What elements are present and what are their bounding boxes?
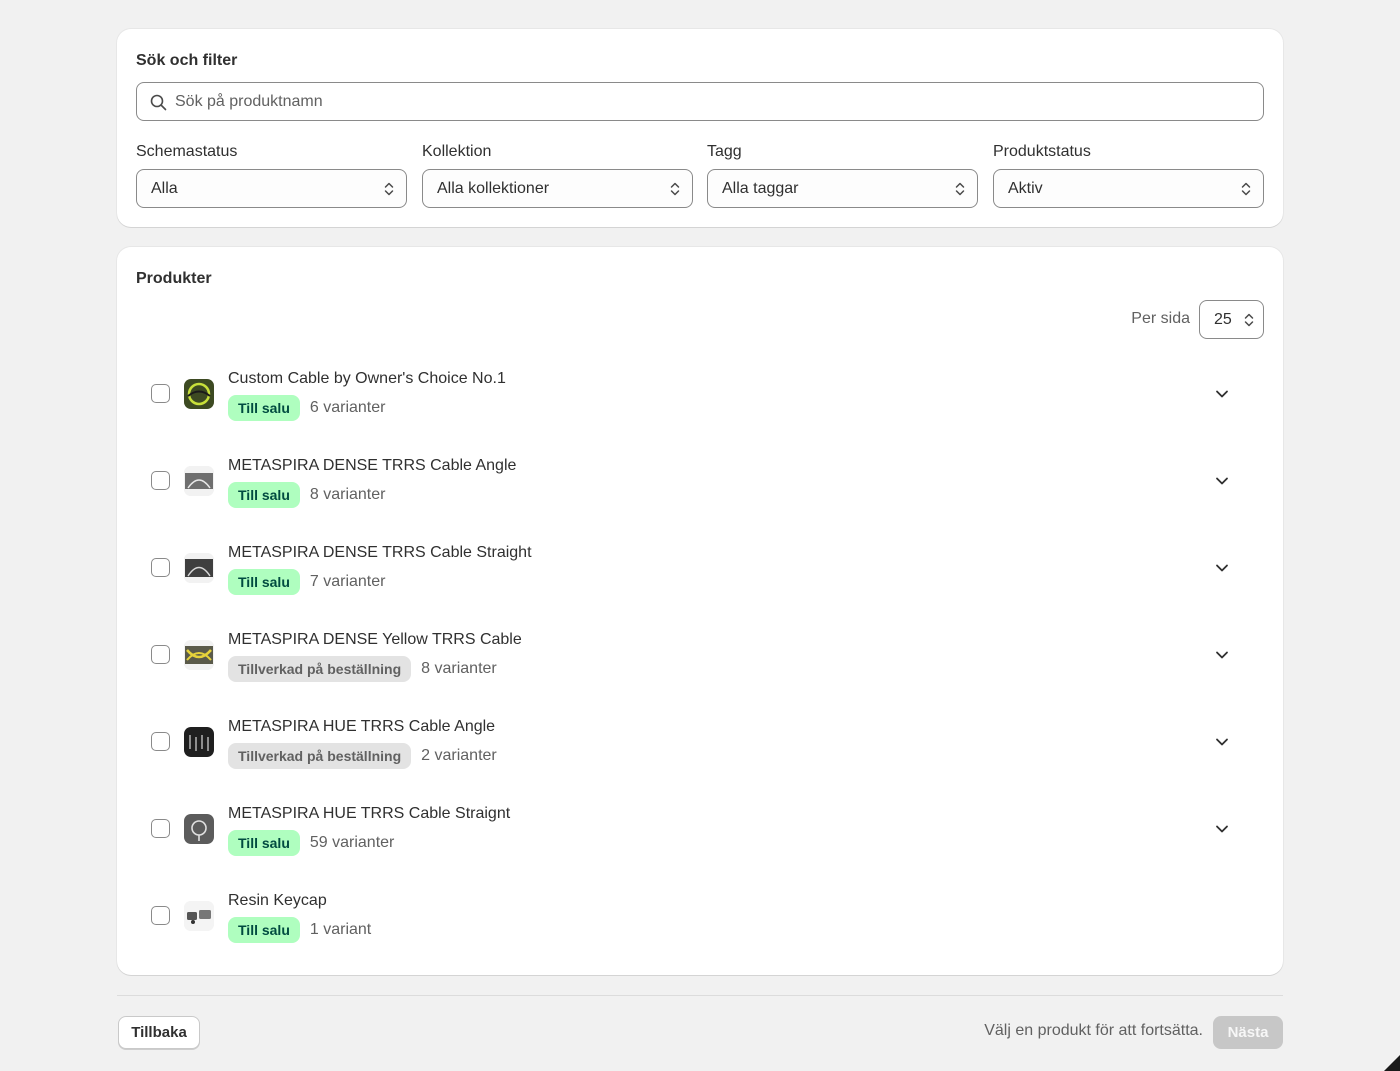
footer-hint: Välj en produkt för att fortsätta.: [984, 1022, 1203, 1039]
variant-count: 6 varianter: [309, 399, 386, 416]
collection-value: Alla kollektioner: [437, 180, 550, 197]
per-page-value: 25: [1214, 311, 1232, 328]
schedule-status-select[interactable]: Alla: [136, 169, 407, 208]
collection-label: Kollektion: [422, 143, 492, 160]
window-corner: [1384, 1055, 1400, 1071]
product-thumbnail: [184, 640, 214, 670]
variant-count: 59 varianter: [309, 834, 395, 851]
schedule-status-value: Alla: [151, 180, 178, 197]
product-name: METASPIRA DENSE TRRS Cable Angle: [228, 457, 517, 474]
product-thumbnail: [184, 379, 214, 409]
product-meta: Till salu 8 varianter: [228, 482, 385, 508]
product-checkbox[interactable]: [151, 732, 170, 751]
chevron-down-icon[interactable]: [1215, 561, 1229, 575]
product-row[interactable]: METASPIRA DENSE TRRS Cable Angle Till sa…: [117, 437, 1283, 524]
tag-label: Tagg: [707, 143, 742, 160]
product-name: METASPIRA DENSE Yellow TRRS Cable: [228, 631, 522, 648]
chevron-down-icon[interactable]: [1215, 648, 1229, 662]
variant-count: 8 varianter: [309, 486, 386, 503]
product-status-filter: Produktstatus Aktiv: [993, 143, 1264, 208]
status-badge: Till salu: [228, 917, 300, 943]
per-page-select[interactable]: 25: [1199, 300, 1264, 339]
variant-count: 2 varianter: [421, 747, 497, 764]
select-chevron-icon: [1241, 182, 1251, 196]
product-status-value: Aktiv: [1008, 180, 1043, 197]
select-chevron-icon: [955, 182, 965, 196]
product-thumbnail: [184, 466, 214, 496]
schedule-status-filter: Schemastatus Alla: [136, 143, 407, 208]
search-input[interactable]: [175, 83, 1255, 120]
product-checkbox[interactable]: [151, 645, 170, 664]
collection-filter: Kollektion Alla kollektioner: [422, 143, 693, 208]
product-name: Custom Cable by Owner's Choice No.1: [228, 370, 506, 387]
product-name: METASPIRA HUE TRRS Cable Straignt: [228, 805, 511, 822]
product-meta: Till salu 59 varianter: [228, 830, 394, 856]
product-meta: Till salu 7 varianter: [228, 569, 385, 595]
product-name: Resin Keycap: [228, 892, 327, 909]
status-badge: Till salu: [228, 482, 300, 508]
product-meta: Till salu 1 variant: [228, 917, 371, 943]
chevron-down-icon[interactable]: [1215, 387, 1229, 401]
product-row[interactable]: METASPIRA HUE TRRS Cable Straignt Till s…: [117, 785, 1283, 872]
product-meta: Till salu 6 varianter: [228, 395, 385, 421]
variant-count: 1 variant: [309, 921, 372, 938]
products-card: Produkter Per sida 25 Custom Cable by Ow…: [117, 247, 1283, 975]
product-checkbox[interactable]: [151, 471, 170, 490]
product-name: METASPIRA DENSE TRRS Cable Straight: [228, 544, 532, 561]
per-page-label: Per sida: [1131, 310, 1190, 327]
collection-select[interactable]: Alla kollektioner: [422, 169, 693, 208]
select-chevron-icon: [384, 182, 394, 196]
product-status-select[interactable]: Aktiv: [993, 169, 1264, 208]
select-chevron-icon: [1244, 313, 1254, 327]
status-badge: Tillverkad på beställning: [228, 656, 412, 682]
product-thumbnail: [184, 814, 214, 844]
product-meta: Tillverkad på beställning 8 varianter: [228, 656, 497, 682]
product-checkbox[interactable]: [151, 906, 170, 925]
variant-count: 8 varianter: [421, 660, 497, 677]
search-filter-card: Sök och filter Schemastatus Alla Kollekt…: [117, 29, 1283, 227]
search-icon: [150, 94, 167, 111]
product-thumbnail: [184, 727, 214, 757]
product-thumbnail: [184, 901, 214, 931]
tag-value: Alla taggar: [722, 180, 799, 197]
chevron-down-icon[interactable]: [1215, 735, 1229, 749]
product-row[interactable]: METASPIRA DENSE Yellow TRRS Cable Tillve…: [117, 611, 1283, 698]
schedule-status-label: Schemastatus: [136, 143, 238, 160]
product-checkbox[interactable]: [151, 558, 170, 577]
status-badge: Till salu: [228, 569, 300, 595]
footer-divider: [117, 995, 1283, 996]
product-thumbnail: [184, 553, 214, 583]
product-row[interactable]: METASPIRA HUE TRRS Cable Angle Tillverka…: [117, 698, 1283, 785]
back-button[interactable]: Tillbaka: [118, 1016, 200, 1049]
product-meta: Tillverkad på beställning 2 varianter: [228, 743, 497, 769]
select-chevron-icon: [670, 182, 680, 196]
product-row[interactable]: METASPIRA DENSE TRRS Cable Straight Till…: [117, 524, 1283, 611]
product-row[interactable]: Custom Cable by Owner's Choice No.1 Till…: [117, 350, 1283, 437]
search-field[interactable]: [136, 82, 1264, 121]
status-badge: Tillverkad på beställning: [228, 743, 412, 769]
next-button[interactable]: Nästa: [1213, 1016, 1283, 1049]
status-badge: Till salu: [228, 395, 300, 421]
status-badge: Till salu: [228, 830, 300, 856]
tag-select[interactable]: Alla taggar: [707, 169, 978, 208]
tag-filter: Tagg Alla taggar: [707, 143, 978, 208]
product-checkbox[interactable]: [151, 819, 170, 838]
product-status-label: Produktstatus: [993, 143, 1091, 160]
product-checkbox[interactable]: [151, 384, 170, 403]
product-name: METASPIRA HUE TRRS Cable Angle: [228, 718, 496, 735]
chevron-down-icon[interactable]: [1215, 822, 1229, 836]
chevron-down-icon[interactable]: [1215, 474, 1229, 488]
filter-card-title: Sök och filter: [136, 52, 238, 69]
variant-count: 7 varianter: [309, 573, 386, 590]
products-card-title: Produkter: [136, 270, 212, 287]
product-list: Custom Cable by Owner's Choice No.1 Till…: [117, 350, 1283, 959]
product-row[interactable]: Resin Keycap Till salu 1 variant: [117, 872, 1283, 959]
